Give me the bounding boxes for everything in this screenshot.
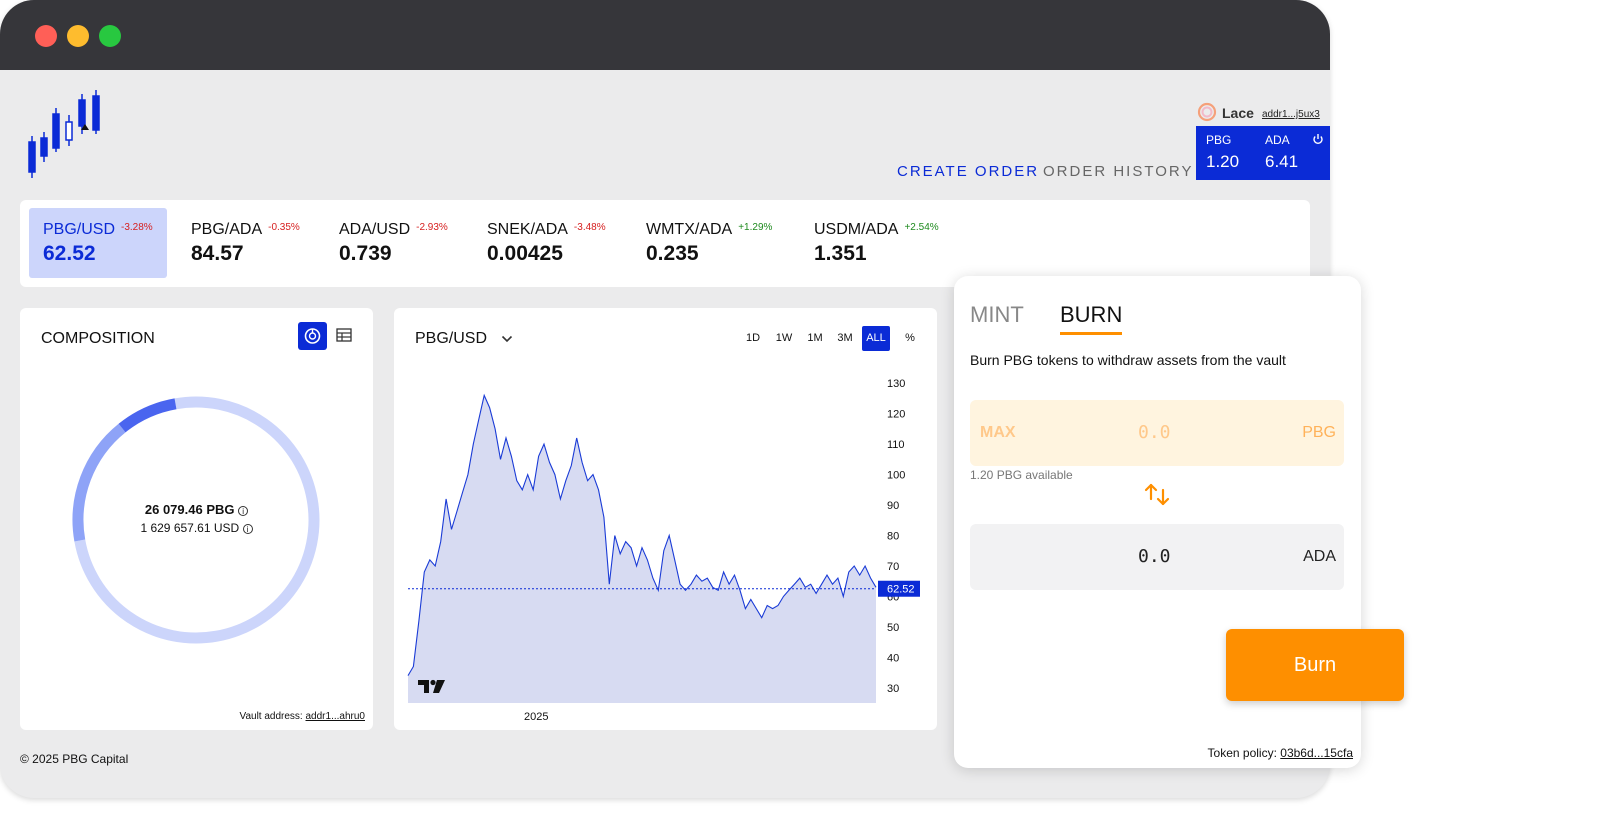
vault-address-label: Vault address: bbox=[239, 711, 303, 722]
ticker-change: -3.48% bbox=[573, 222, 606, 233]
y-tick-label: 40 bbox=[887, 652, 899, 664]
token-policy-link[interactable]: 03b6d...15cfa bbox=[1280, 746, 1353, 760]
ticker-pair: USDM/ADA bbox=[814, 221, 899, 238]
ticker-price: 0.00425 bbox=[487, 242, 563, 265]
ticker-price: 0.739 bbox=[339, 242, 392, 265]
ticker-bar: PBG/USD -3.28% 62.52 PBG/ADA -0.35% 84.57 … bbox=[20, 200, 1310, 287]
info-icon[interactable]: i bbox=[238, 506, 249, 516]
tab-mint[interactable]: MINT bbox=[970, 302, 1024, 328]
donut-segment-2[interactable] bbox=[118, 398, 177, 433]
token-policy-row: Token policy: 03b6d...15cfa bbox=[1208, 746, 1353, 760]
burn-from-field[interactable]: MAX 0.0 PBG bbox=[970, 400, 1344, 466]
to-token-symbol: ADA bbox=[1303, 548, 1336, 565]
y-tick-label: 130 bbox=[887, 378, 905, 390]
vault-address-link[interactable]: addr1...ahru0 bbox=[306, 711, 366, 722]
wallet-address-link[interactable]: addr1...j5ux3 bbox=[1262, 109, 1320, 120]
donut-chart-icon bbox=[304, 328, 321, 344]
close-window-button[interactable] bbox=[35, 25, 57, 47]
ticker-change: +2.54% bbox=[904, 222, 939, 233]
ticker-pair: WMTX/ADA bbox=[646, 221, 733, 238]
composition-donut-chart bbox=[72, 396, 320, 644]
y-tick-label: 100 bbox=[887, 470, 905, 482]
y-tick-label: 50 bbox=[887, 622, 899, 634]
donut-view-button[interactable] bbox=[298, 322, 327, 350]
y-tick-label: 120 bbox=[887, 409, 905, 421]
ticker-change: +1.29% bbox=[738, 222, 773, 233]
ticker-pair: PBG/USD bbox=[43, 221, 116, 238]
ticker-price: 1.351 bbox=[814, 242, 867, 265]
burn-amount-input[interactable]: 0.0 bbox=[1138, 422, 1171, 443]
y-tick-label: 70 bbox=[887, 561, 899, 573]
ticker-price: 0.235 bbox=[646, 242, 699, 265]
y-tick-label: 80 bbox=[887, 531, 899, 543]
ticker-ada-usd[interactable]: ADA/USD -2.93% 0.739 bbox=[325, 208, 465, 278]
swap-description: Burn PBG tokens to withdraw assets from … bbox=[970, 352, 1286, 368]
ticker-change: -0.35% bbox=[268, 222, 300, 233]
tab-burn[interactable]: BURN bbox=[1060, 302, 1123, 335]
title-bar bbox=[0, 0, 1330, 70]
wallet-balances: PBG 1.20 ADA 6.41 bbox=[1196, 126, 1330, 180]
max-button[interactable]: MAX bbox=[980, 424, 1016, 442]
balance-amount-pbg: 1.20 bbox=[1206, 152, 1240, 171]
table-icon[interactable] bbox=[334, 327, 354, 345]
y-tick-label: 90 bbox=[887, 500, 899, 512]
ticker-price: 84.57 bbox=[191, 242, 244, 265]
receive-amount-value: 0.0 bbox=[1138, 546, 1171, 567]
swap-direction-icon[interactable] bbox=[1143, 482, 1171, 508]
from-token-symbol: PBG bbox=[1302, 424, 1336, 441]
y-tick-label: 30 bbox=[887, 683, 899, 695]
composition-title: COMPOSITION bbox=[41, 330, 155, 347]
token-policy-label: Token policy: bbox=[1207, 746, 1277, 760]
ticker-pair: PBG/ADA bbox=[191, 221, 263, 238]
ticker-price: 62.52 bbox=[43, 242, 96, 265]
available-balance: 1.20 PBG available bbox=[970, 468, 1073, 482]
maximize-window-button[interactable] bbox=[99, 25, 121, 47]
balance-amount-ada: 6.41 bbox=[1265, 152, 1299, 171]
balance-symbol-pbg: PBG bbox=[1206, 133, 1232, 147]
ticker-pair: ADA/USD bbox=[339, 221, 411, 238]
footer-copyright: © 2025 PBG Capital bbox=[20, 752, 129, 766]
ticker-snek-ada[interactable]: SNEK/ADA -3.48% 0.00425 bbox=[473, 208, 623, 278]
lace-wallet-icon bbox=[1197, 102, 1217, 122]
ticker-usdm-ada[interactable]: USDM/ADA +2.54% 1.351 bbox=[800, 208, 960, 278]
composition-total-pbg: 26 079.46 PBG bbox=[144, 502, 235, 517]
power-icon[interactable] bbox=[1312, 133, 1324, 145]
burn-to-field[interactable]: 0.0 ADA bbox=[970, 524, 1344, 590]
composition-total-usd: 1 629 657.61 USD bbox=[140, 521, 240, 535]
ticker-pbg-ada[interactable]: PBG/ADA -0.35% 84.57 bbox=[177, 208, 317, 278]
vault-address-row: Vault address: addr1...ahru0 bbox=[240, 711, 365, 722]
ticker-pbg-usd[interactable]: PBG/USD -3.28% 62.52 bbox=[29, 208, 167, 278]
minimize-window-button[interactable] bbox=[67, 25, 89, 47]
x-tick-label: 2025 bbox=[524, 711, 548, 723]
price-area-chart[interactable]: 1301201101009080706050403062.522025 bbox=[394, 308, 937, 730]
order-history-link[interactable]: ORDER HISTORY bbox=[1043, 163, 1193, 180]
info-icon[interactable]: i bbox=[242, 524, 253, 534]
pbg-logo-icon[interactable] bbox=[26, 90, 106, 182]
wallet-name: Lace bbox=[1222, 105, 1254, 121]
y-tick-label: 110 bbox=[887, 439, 905, 451]
create-order-link[interactable]: CREATE ORDER bbox=[897, 163, 1039, 180]
ticker-change: -3.28% bbox=[121, 222, 153, 233]
ticker-change: -2.93% bbox=[416, 222, 448, 233]
burn-button[interactable]: Burn bbox=[1226, 629, 1404, 701]
composition-panel: COMPOSITION 26 079.46 PBG i 1 629 657.61… bbox=[20, 308, 373, 730]
ticker-wmtx-ada[interactable]: WMTX/ADA +1.29% 0.235 bbox=[632, 208, 792, 278]
balance-symbol-ada: ADA bbox=[1265, 133, 1290, 147]
ticker-pair: SNEK/ADA bbox=[487, 221, 568, 238]
last-price-label: 62.52 bbox=[887, 584, 915, 596]
